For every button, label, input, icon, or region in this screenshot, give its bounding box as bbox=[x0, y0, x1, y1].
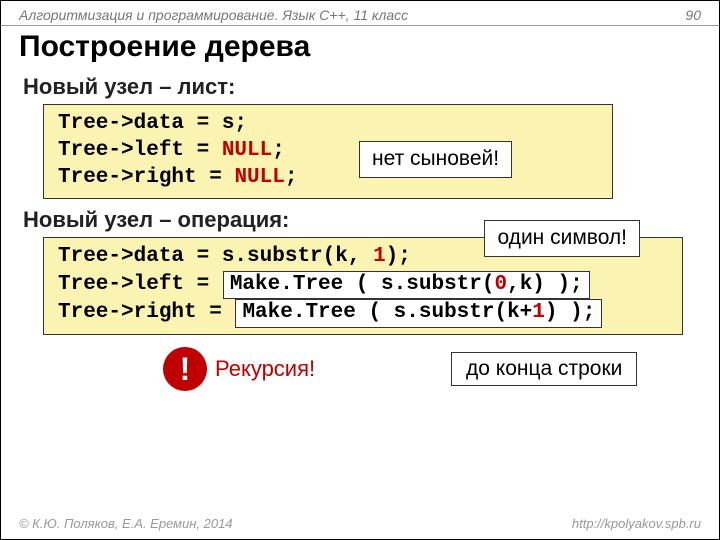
page-number: 90 bbox=[685, 7, 701, 23]
one-symbol-callout: один символ! bbox=[484, 220, 640, 257]
no-children-callout: нет сыновей! bbox=[359, 141, 512, 178]
leaf-codebox: Tree->data = s; Tree->left = NULL; Tree-… bbox=[43, 104, 613, 199]
code-line: Tree->right = NULL; bbox=[58, 165, 600, 192]
leaf-heading: Новый узел – лист: bbox=[23, 74, 697, 100]
exclaim-icon: ! bbox=[163, 347, 207, 391]
code-line: Tree->left = NULL; bbox=[58, 138, 600, 165]
slide-title: Построение дерева bbox=[1, 26, 719, 70]
course-title: Алгоритмизация и программирование. Язык … bbox=[19, 7, 408, 23]
slide-header: Алгоритмизация и программирование. Язык … bbox=[1, 1, 719, 26]
code-line: Tree->data = s; bbox=[58, 111, 600, 138]
recursion-row: ! Рекурсия! до конца строки bbox=[163, 347, 697, 391]
maketree-right-box: Make.Tree ( s.substr(k+1) ); bbox=[235, 299, 602, 328]
copyright: © К.Ю. Поляков, Е.А. Еремин, 2014 bbox=[19, 516, 233, 531]
recursion-label: Рекурсия! bbox=[215, 356, 315, 382]
code-line: Tree->right = Make.Tree ( s.substr(k+1) … bbox=[58, 299, 670, 328]
slide-content: Новый узел – лист: Tree->data = s; Tree-… bbox=[1, 74, 719, 391]
maketree-left-box: Make.Tree ( s.substr(0,k) ); bbox=[223, 271, 590, 300]
op-codebox: один символ! Tree->data = s.substr(k, 1)… bbox=[43, 237, 683, 336]
slide-footer: © К.Ю. Поляков, Е.А. Еремин, 2014 http:/… bbox=[1, 516, 719, 531]
site-url: http://kpolyakov.spb.ru bbox=[572, 516, 701, 531]
code-line: Tree->left = Make.Tree ( s.substr(0,k) )… bbox=[58, 271, 670, 300]
end-of-string-callout: до конца строки bbox=[451, 352, 637, 386]
